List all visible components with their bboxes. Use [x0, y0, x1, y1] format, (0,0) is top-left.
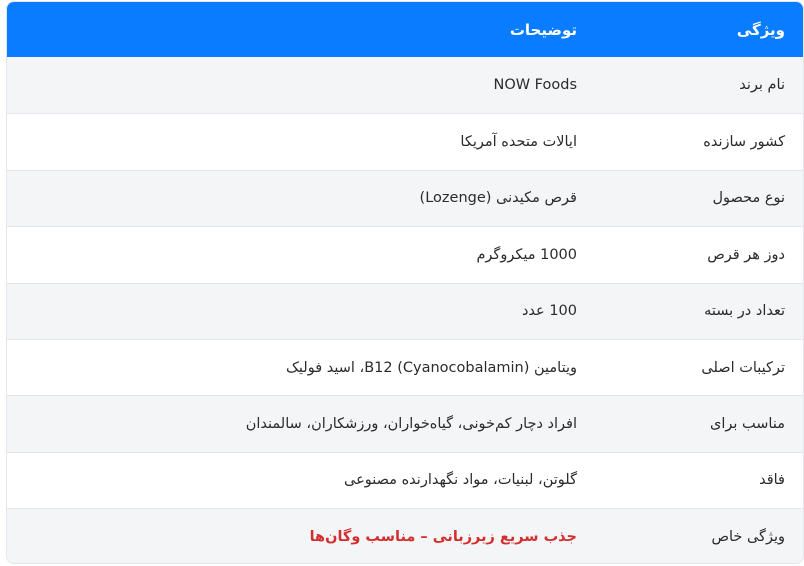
row-feature: کشور سازنده — [703, 134, 785, 151]
table-row: نوع محصول قرص مکیدنی (Lozenge) — [7, 169, 803, 227]
row-value: گلوتن، لبنیات، مواد نگهدارنده مصنوعی — [344, 472, 577, 489]
row-value: 100 عدد — [521, 303, 577, 320]
row-feature: نوع محصول — [712, 190, 785, 207]
row-feature: دوز هر قرص — [707, 246, 785, 263]
row-value: قرص مکیدنی (Lozenge) — [419, 190, 577, 207]
table-row: تعداد در بسته 100 عدد — [7, 282, 803, 339]
row-feature: تعداد در بسته — [704, 303, 785, 320]
table-row: کشور سازنده ایالات متحده آمریکا — [7, 113, 803, 170]
table-header: ویژگی توضیحات — [7, 2, 803, 57]
row-value: NOW Foods — [493, 77, 577, 94]
table-row: نام برند NOW Foods — [7, 57, 803, 114]
table-row: مناسب برای افراد دچار کم‌خونی، گیاه‌خوار… — [7, 395, 803, 452]
row-value: ویتامین B12 (Cyanocobalamin)، اسید فولیک — [285, 359, 577, 376]
table-row: دوز هر قرص 1000 میکروگرم — [7, 226, 803, 283]
row-feature: مناسب برای — [710, 416, 785, 433]
table-row: فاقد گلوتن، لبنیات، مواد نگهدارنده مصنوع… — [7, 451, 803, 509]
row-feature: ویژگی خاص — [711, 528, 785, 545]
table-body: نام برند NOW Foods کشور سازنده ایالات مت… — [7, 57, 803, 563]
row-value: افراد دچار کم‌خونی، گیاه‌خواران، ورزشکار… — [245, 416, 577, 433]
table-row: ترکیبات اصلی ویتامین B12 (Cyanocobalamin… — [7, 338, 803, 396]
row-value: ایالات متحده آمریکا — [460, 134, 577, 151]
row-feature: نام برند — [739, 77, 785, 94]
header-feature: ویژگی — [736, 20, 785, 39]
row-feature: ترکیبات اصلی — [701, 359, 785, 376]
row-value-highlight: جذب سریع زیرزبانی – مناسب وگان‌ها — [309, 528, 577, 545]
header-description: توضیحات — [509, 20, 577, 39]
row-value: 1000 میکروگرم — [476, 246, 577, 263]
specs-table: ویژگی توضیحات نام برند NOW Foods کشور سا… — [6, 1, 804, 564]
row-feature: فاقد — [759, 472, 785, 489]
table-row: ویژگی خاص جذب سریع زیرزبانی – مناسب وگان… — [7, 508, 803, 563]
